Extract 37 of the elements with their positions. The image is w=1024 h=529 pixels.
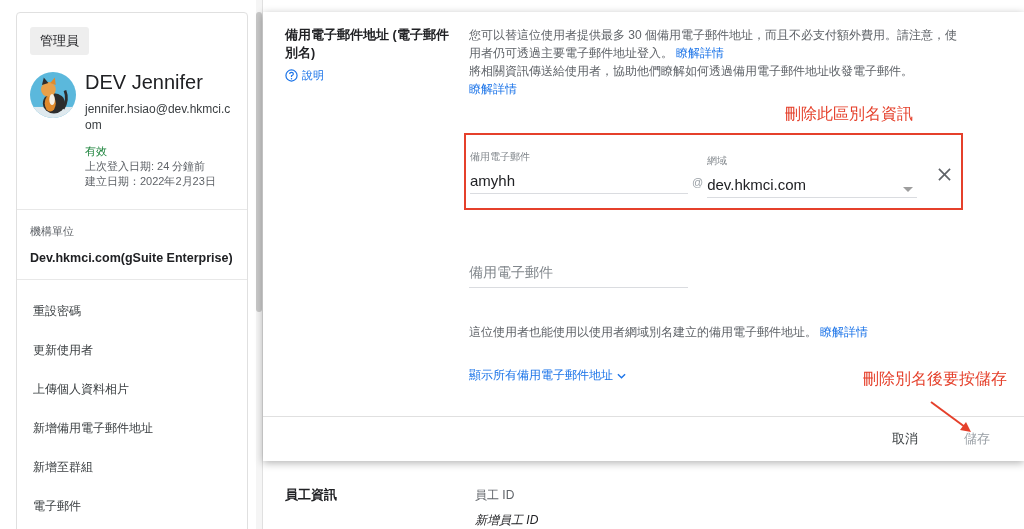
description-text: 將相關資訊傳送給使用者，協助他們瞭解如何透過備用電子郵件地址收發電子郵件。 瞭解詳情 <box>469 63 914 98</box>
alias-field[interactable]: 備用電子郵件 amyhh <box>470 150 688 194</box>
sidebar-action[interactable]: 電子郵件 <box>33 498 81 514</box>
learn-more-link[interactable]: 瞭解詳情 <box>676 46 725 60</box>
user-name: DEV Jennifer <box>85 70 204 95</box>
annotation-arrow <box>929 400 973 434</box>
show-all-link[interactable]: 顯示所有備用電子郵件地址 <box>469 367 626 384</box>
org-unit-value: Dev.hkmci.com(gSuite Enterprise) <box>30 251 234 265</box>
user-status: 有效 <box>85 144 108 159</box>
caret-icon[interactable] <box>903 187 914 192</box>
field-value: 新增員工 ID <box>475 512 539 529</box>
org-unit-label: 機構單位 <box>30 224 75 239</box>
help-icon[interactable] <box>285 69 298 82</box>
annotation-text: 刪除別名後要按儲存 <box>863 369 1007 389</box>
section-title: 員工資訊 <box>285 487 338 504</box>
domain-dropdown[interactable]: 網域 dev.hkmci.com <box>707 154 918 198</box>
help-link[interactable]: 說明 <box>285 68 324 83</box>
role-badge: 管理員 <box>30 27 89 55</box>
learn-more-link[interactable]: 瞭解詳情 <box>820 325 869 339</box>
sidebar-action[interactable]: 新增備用電子郵件地址 <box>33 420 153 436</box>
annotation-text: 刪除此區別名資訊 <box>785 104 913 124</box>
sidebar-action[interactable]: 重設密碼 <box>33 303 81 319</box>
user-email: jennifer.hsiao@dev.hkmci.com <box>85 101 231 133</box>
sidebar-action[interactable]: 更新使用者 <box>33 342 93 358</box>
note-text: 這位使用者也能使用以使用者網域別名建立的備用電子郵件地址。 瞭解詳情 <box>469 324 870 341</box>
sidebar-action[interactable]: 新增至群組 <box>33 459 93 475</box>
chevron-down-icon[interactable] <box>617 372 626 379</box>
description-text: 您可以替這位使用者提供最多 30 個備用電子郵件地址，而且不必支付額外費用。請注意，使用者仍可透過主要電子郵件地址登入。 瞭解詳情 <box>469 27 958 62</box>
field-label: 員工 ID <box>475 487 516 504</box>
section-title: 備用電子郵件地址 (電子郵件別名) <box>285 27 450 62</box>
at-sign: @ <box>692 176 704 188</box>
learn-more-link[interactable]: 瞭解詳情 <box>469 80 517 98</box>
close-icon[interactable] <box>938 168 951 181</box>
last-login: 上次登入日期: 24 分鐘前 <box>85 159 207 174</box>
sidebar-action[interactable]: 上傳個人資料相片 <box>33 381 129 397</box>
created-date: 建立日期：2022年2月23日 <box>85 174 217 189</box>
dialog-button[interactable]: 取消 <box>880 422 930 456</box>
